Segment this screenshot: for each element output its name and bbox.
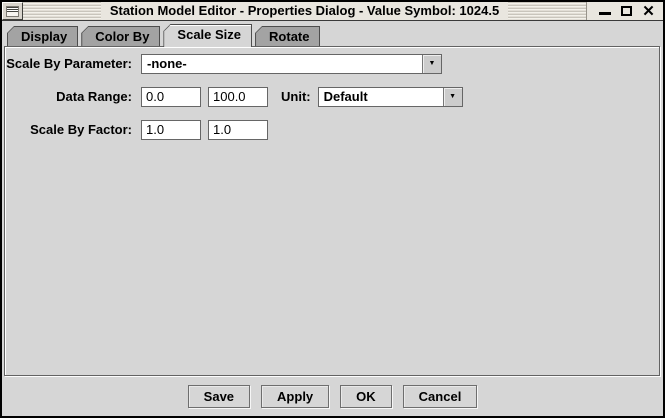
tab-scale-size[interactable]: Scale Size bbox=[163, 24, 252, 47]
minimize-icon bbox=[599, 12, 611, 15]
unit-combobox[interactable]: Default ▼ bbox=[318, 87, 463, 107]
data-range-min-input[interactable] bbox=[141, 87, 201, 107]
scale-by-parameter-row: Scale By Parameter: -none- ▼ bbox=[5, 53, 659, 74]
chevron-down-icon[interactable]: ▼ bbox=[422, 55, 441, 73]
scale-by-parameter-value: -none- bbox=[142, 55, 422, 73]
unit-value: Default bbox=[319, 88, 443, 106]
scale-by-factor-label: Scale By Factor: bbox=[5, 122, 132, 137]
tab-display[interactable]: Display bbox=[7, 26, 78, 46]
scale-size-tab-panel: Scale By Parameter: -none- ▼ Data Range:… bbox=[4, 46, 660, 376]
close-button[interactable]: ✕ bbox=[641, 4, 656, 19]
data-range-max-input[interactable] bbox=[208, 87, 268, 107]
titlebar: Station Model Editor - Properties Dialog… bbox=[2, 2, 663, 21]
maximize-button[interactable] bbox=[619, 4, 634, 19]
ok-button[interactable]: OK bbox=[340, 385, 392, 408]
scale-by-factor-second-input[interactable] bbox=[208, 120, 268, 140]
tab-display-label: Display bbox=[8, 27, 77, 46]
titlebar-stripes: Station Model Editor - Properties Dialog… bbox=[23, 2, 586, 20]
scale-by-parameter-label: Scale By Parameter: bbox=[5, 56, 132, 71]
unit-label: Unit: bbox=[281, 89, 311, 104]
save-button[interactable]: Save bbox=[188, 385, 250, 408]
window-title: Station Model Editor - Properties Dialog… bbox=[101, 2, 508, 20]
tab-rotate[interactable]: Rotate bbox=[255, 26, 320, 46]
scale-by-factor-first-input[interactable] bbox=[141, 120, 201, 140]
tab-rotate-label: Rotate bbox=[256, 27, 319, 46]
data-range-row: Data Range: Unit: Default ▼ bbox=[5, 86, 659, 107]
window-controls: ✕ bbox=[586, 2, 663, 20]
minimize-button[interactable] bbox=[597, 4, 612, 19]
tab-color-by[interactable]: Color By bbox=[81, 26, 160, 46]
data-range-label: Data Range: bbox=[5, 89, 132, 104]
window-menu-button[interactable] bbox=[2, 2, 23, 20]
tab-bar: Display Color By Scale Size Rotate bbox=[7, 26, 663, 46]
scale-by-factor-row: Scale By Factor: bbox=[5, 119, 659, 140]
tab-color-by-label: Color By bbox=[82, 27, 159, 46]
properties-dialog-window: Station Model Editor - Properties Dialog… bbox=[0, 0, 665, 418]
close-icon: ✕ bbox=[642, 4, 655, 19]
window-menu-icon bbox=[6, 6, 19, 17]
scale-by-parameter-combobox[interactable]: -none- ▼ bbox=[141, 54, 442, 74]
tab-scale-size-label: Scale Size bbox=[164, 25, 251, 47]
button-bar: Save Apply OK Cancel bbox=[2, 385, 663, 408]
maximize-icon bbox=[621, 6, 632, 16]
apply-button[interactable]: Apply bbox=[261, 385, 329, 408]
cancel-button[interactable]: Cancel bbox=[403, 385, 478, 408]
chevron-down-icon[interactable]: ▼ bbox=[443, 88, 462, 106]
